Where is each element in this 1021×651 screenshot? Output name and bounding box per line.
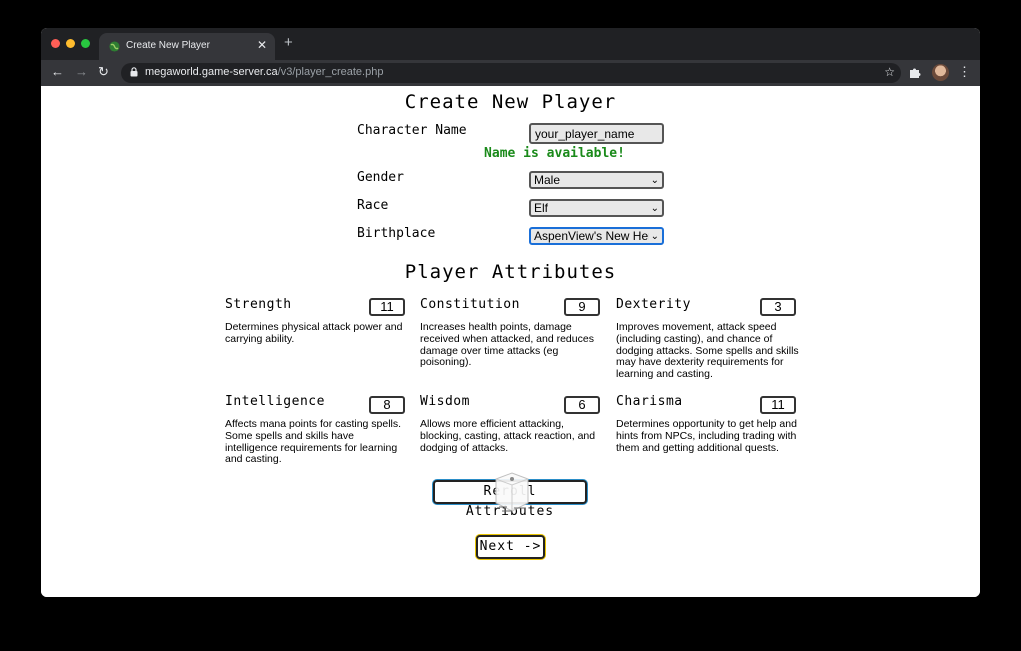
attribute-value: 11 (760, 396, 796, 414)
attributes-title: Player Attributes (404, 261, 617, 283)
tab-bar: Create New Player ✕ + (41, 28, 980, 60)
minimize-window-button[interactable] (66, 39, 75, 48)
attribute-name: Dexterity (616, 297, 691, 312)
gender-value: Male (534, 173, 561, 187)
url-host: megaworld.game-server.ca (145, 66, 278, 78)
gender-label: Gender (357, 170, 404, 185)
close-window-button[interactable] (51, 39, 60, 48)
birthplace-select[interactable]: AspenView's New Hero ⌄ (529, 227, 664, 245)
character-name-label: Character Name (357, 123, 467, 138)
tab-create-new-player[interactable]: Create New Player ✕ (99, 33, 275, 60)
maximize-window-button[interactable] (81, 39, 90, 48)
page-title: Create New Player (404, 91, 617, 113)
browser-toolbar: ← → ↻ megaworld.game-server.ca/v3/player… (41, 60, 980, 86)
more-menu-icon[interactable]: ⋮ (958, 64, 971, 80)
attribute-name: Charisma (616, 394, 683, 409)
attribute-description: Improves movement, attack speed (includi… (616, 321, 799, 381)
chevron-down-icon: ⌄ (650, 175, 659, 186)
birthplace-value: AspenView's New Hero (534, 229, 649, 243)
name-status-message: Name is available! (484, 146, 625, 161)
attribute-value: 3 (760, 298, 796, 316)
attribute-name: Intelligence (225, 394, 325, 409)
chevron-down-icon: ⌄ (650, 203, 659, 214)
dice-icon (495, 472, 529, 512)
tab-title: Create New Player (126, 40, 210, 51)
attribute-value: 6 (564, 396, 600, 414)
attribute-value: 11 (369, 298, 405, 316)
reload-icon[interactable]: ↻ (98, 64, 109, 80)
birthplace-label: Birthplace (357, 226, 436, 241)
url-text: megaworld.game-server.ca/v3/player_creat… (145, 66, 383, 78)
back-arrow-icon[interactable]: ← (51, 64, 64, 80)
next-button[interactable]: Next -> (476, 535, 545, 559)
gender-select[interactable]: Male ⌄ (529, 171, 664, 189)
extensions-puzzle-icon[interactable] (909, 66, 922, 79)
forward-arrow-icon[interactable]: → (75, 64, 88, 80)
close-icon[interactable]: ✕ (257, 38, 267, 52)
attribute-value: 9 (564, 298, 600, 316)
chevron-down-icon: ⌄ (650, 231, 659, 242)
attribute-description: Determines physical attack power and car… (225, 321, 403, 345)
race-label: Race (357, 198, 389, 213)
character-name-input[interactable] (529, 123, 664, 144)
address-bar[interactable]: megaworld.game-server.ca/v3/player_creat… (121, 63, 901, 83)
profile-avatar[interactable] (932, 64, 949, 81)
attribute-description: Allows more efficient attacking, blockin… (420, 418, 596, 454)
attribute-value: 8 (369, 396, 405, 414)
attribute-description: Determines opportunity to get help and h… (616, 418, 797, 454)
new-tab-button[interactable]: + (284, 35, 293, 51)
attribute-name: Constitution (420, 297, 520, 312)
page-content: Create New Player Character Name Name is… (41, 86, 980, 597)
bookmark-star-icon[interactable]: ☆ (884, 65, 895, 79)
attribute-description: Affects mana points for casting spells. … (225, 418, 402, 466)
browser-window: Create New Player ✕ + ← → ↻ megaworld.ga… (41, 28, 980, 597)
race-select[interactable]: Elf ⌄ (529, 199, 664, 217)
attribute-name: Strength (225, 297, 292, 312)
race-value: Elf (534, 201, 549, 215)
lock-icon (130, 67, 138, 77)
globe-icon (109, 41, 120, 52)
attribute-name: Wisdom (420, 394, 470, 409)
url-path: /v3/player_create.php (277, 66, 384, 78)
attribute-description: Increases health points, damage received… (420, 321, 594, 369)
